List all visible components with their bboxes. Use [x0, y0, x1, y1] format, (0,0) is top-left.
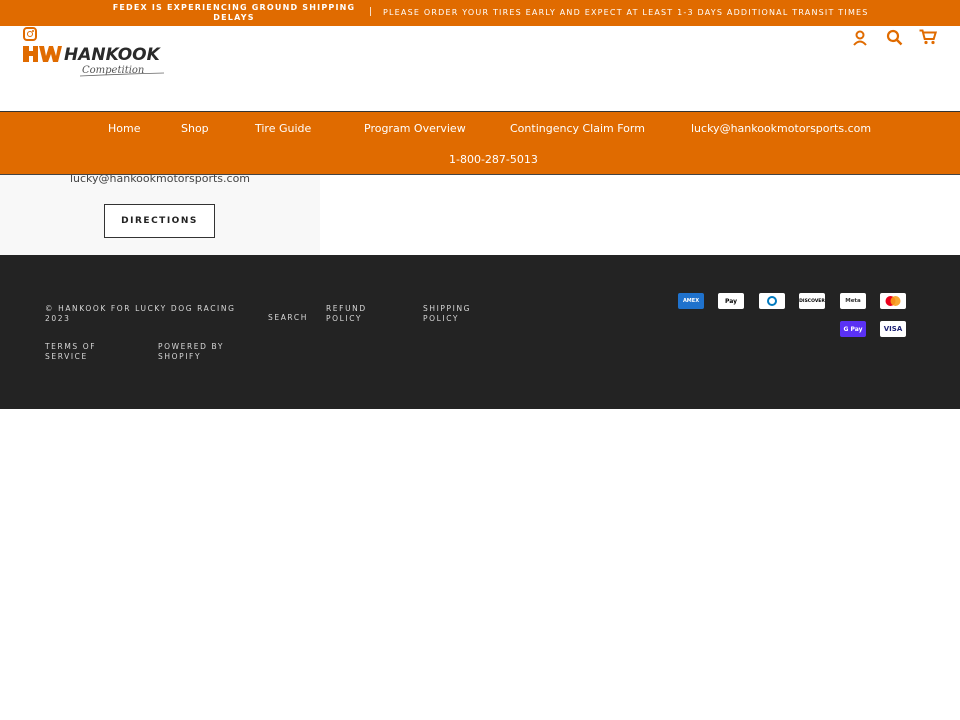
footer-copyright: © HANKOOK FOR LUCKY DOG RACING 2023	[45, 304, 236, 323]
nav-home[interactable]: Home	[108, 122, 140, 135]
hankook-competition-logo[interactable]: HANKOOK Competition	[22, 42, 172, 78]
mastercard-icon	[880, 293, 906, 309]
apple-pay-icon: Pay	[718, 293, 744, 309]
account-icon[interactable]	[852, 30, 868, 46]
announcement-separator: |	[369, 7, 373, 17]
nav-contingency-claim-form[interactable]: Contingency Claim Form	[510, 122, 645, 135]
visa-icon: VISA	[880, 321, 906, 337]
directions-button[interactable]: DIRECTIONS	[104, 204, 215, 238]
footer-link-powered-by-shopify[interactable]: POWERED BY SHOPIFY	[158, 342, 238, 362]
footer-link-shipping-policy[interactable]: SHIPPING POLICY	[423, 304, 493, 324]
announcement-bar: FEDEX IS EXPERIENCING GROUND SHIPPING DE…	[0, 0, 960, 26]
shop-pay-icon: G Pay	[840, 321, 866, 337]
nav-shop[interactable]: Shop	[181, 122, 209, 135]
nav-phone[interactable]: 1-800-287-5013	[449, 153, 538, 166]
main-nav: Home Shop Tire Guide Program Overview Co…	[0, 111, 960, 175]
contact-email[interactable]: lucky@hankookmotorsports.com	[0, 172, 320, 185]
announcement-right: PLEASE ORDER YOUR TIRES EARLY AND EXPECT…	[383, 8, 869, 17]
nav-email[interactable]: lucky@hankookmotorsports.com	[691, 122, 871, 135]
instagram-icon[interactable]	[23, 27, 37, 41]
footer-link-search[interactable]: SEARCH	[268, 313, 308, 323]
amex-icon: AMEX	[678, 293, 704, 309]
search-icon[interactable]	[886, 29, 903, 46]
cart-icon[interactable]	[919, 29, 937, 45]
site-footer: © HANKOOK FOR LUCKY DOG RACING 2023 SEAR…	[0, 255, 960, 409]
announcement-left: FEDEX IS EXPERIENCING GROUND SHIPPING DE…	[112, 3, 356, 22]
footer-link-refund-policy[interactable]: REFUND POLICY	[326, 304, 386, 324]
nav-tire-guide[interactable]: Tire Guide	[255, 122, 311, 135]
site-header: HANKOOK Competition	[0, 26, 960, 112]
discover-icon: DISCOVER	[799, 293, 825, 309]
nav-program-overview[interactable]: Program Overview	[364, 122, 466, 135]
diners-club-icon	[759, 293, 785, 309]
footer-link-terms-of-service[interactable]: TERMS OF SERVICE	[45, 342, 120, 362]
meta-pay-icon: Meta	[840, 293, 866, 309]
brand-name: HANKOOK	[64, 45, 162, 65]
